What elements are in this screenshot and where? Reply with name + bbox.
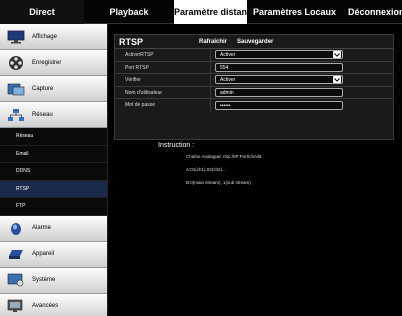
sidebar-item-display[interactable]: Affichage bbox=[0, 24, 107, 50]
verify-label: Vérifier bbox=[115, 74, 211, 86]
password-label: Mot de passe bbox=[115, 99, 211, 112]
sidebar-item-label: Capture bbox=[32, 85, 54, 92]
chevron-down-icon bbox=[333, 76, 341, 84]
instruction-line: B:0(main stream), 1(sub stream) bbox=[186, 180, 251, 185]
main-content: RTSP Rafraîchir Sauvegarder ActiverRTSP … bbox=[110, 24, 402, 316]
sidebar-item-alarm[interactable]: Alarme bbox=[0, 215, 107, 242]
sidebar-item-label: Affichage bbox=[32, 33, 57, 40]
row-verify: Vérifier Activer bbox=[115, 74, 393, 87]
instruction-block: Instruction : Chaîne Analogue: rtsp://IP… bbox=[158, 142, 261, 193]
row-enable-rtsp: ActiverRTSP Activer bbox=[115, 49, 393, 62]
refresh-button[interactable]: Rafraîchir bbox=[199, 39, 227, 45]
submenu-ftp[interactable]: FTP bbox=[0, 198, 107, 216]
top-navigation: Direct Playback Paramètre distant Paramè… bbox=[0, 0, 402, 24]
row-password: Mot de passe •••••• bbox=[115, 99, 393, 112]
chevron-down-icon bbox=[333, 51, 341, 59]
enable-rtsp-label: ActiverRTSP bbox=[115, 49, 211, 61]
tab-local-settings[interactable]: Paramètres Locaux bbox=[247, 0, 342, 24]
hard-drive-icon bbox=[6, 246, 26, 262]
sidebar-item-advanced[interactable]: Avancées bbox=[0, 293, 107, 316]
submenu-network[interactable]: Réseau bbox=[0, 128, 107, 146]
network-icon bbox=[6, 107, 26, 123]
rtsp-port-label: Port RTSP bbox=[115, 61, 211, 73]
submenu-rtsp[interactable]: RTSP bbox=[0, 180, 107, 198]
instruction-title: Instruction : bbox=[158, 142, 195, 149]
sidebar-item-label: Alarme bbox=[32, 225, 52, 231]
sidebar-item-system[interactable]: Système bbox=[0, 267, 107, 294]
row-rtsp-port: Port RTSP 554 bbox=[115, 61, 393, 74]
rtsp-settings-panel: RTSP Rafraîchir Sauvegarder ActiverRTSP … bbox=[114, 34, 394, 140]
sidebar-item-label: Appareil bbox=[32, 251, 55, 257]
advanced-icon bbox=[6, 298, 26, 314]
row-username: Nom d'utilisateur admin bbox=[115, 86, 393, 99]
capture-icon bbox=[6, 81, 26, 97]
instruction-line: Chaîne Analogue: rtsp://IP:Port/chA/B bbox=[186, 154, 262, 159]
sidebar-item-record[interactable]: Enregistrer bbox=[0, 50, 107, 76]
tab-playback[interactable]: Playback bbox=[84, 0, 174, 24]
panel-title: RTSP bbox=[119, 36, 144, 47]
instruction-line: A:01(ch1),02(ch2)... bbox=[186, 167, 226, 172]
panel-header: RTSP Rafraîchir Sauvegarder bbox=[115, 35, 393, 49]
sidebar-item-label: Réseau bbox=[32, 111, 53, 118]
sidebar: Affichage Enregistrer Capture Réseau Rés… bbox=[0, 24, 108, 316]
save-button[interactable]: Sauvegarder bbox=[237, 39, 273, 45]
tab-logout[interactable]: Déconnexion bbox=[342, 0, 402, 24]
sidebar-item-label: Avancées bbox=[32, 303, 59, 309]
tab-remote-settings[interactable]: Paramètre distant bbox=[174, 0, 247, 24]
sidebar-item-label: Système bbox=[32, 277, 56, 283]
alarm-icon bbox=[6, 220, 26, 236]
tab-direct[interactable]: Direct bbox=[0, 0, 84, 24]
submenu-email[interactable]: Email bbox=[0, 146, 107, 163]
film-reel-icon bbox=[6, 55, 26, 71]
sidebar-item-label: Enregistrer bbox=[32, 59, 62, 66]
sidebar-item-device[interactable]: Appareil bbox=[0, 241, 107, 268]
submenu-ddns[interactable]: DDNS bbox=[0, 163, 107, 181]
verify-value: Activer bbox=[220, 76, 236, 83]
enable-rtsp-value: Activer bbox=[220, 51, 236, 58]
network-submenu: Réseau Email DDNS RTSP FTP bbox=[0, 128, 107, 216]
rtsp-port-input[interactable]: 554 bbox=[215, 62, 343, 72]
sidebar-item-capture[interactable]: Capture bbox=[0, 76, 107, 102]
enable-rtsp-select[interactable]: Activer bbox=[215, 50, 343, 60]
sidebar-item-network[interactable]: Réseau bbox=[0, 102, 107, 128]
verify-select[interactable]: Activer bbox=[215, 75, 343, 85]
username-label: Nom d'utilisateur bbox=[115, 86, 211, 98]
monitor-icon bbox=[6, 29, 26, 45]
password-input[interactable]: •••••• bbox=[215, 100, 343, 110]
username-input[interactable]: admin bbox=[215, 87, 343, 97]
system-icon bbox=[6, 272, 26, 288]
